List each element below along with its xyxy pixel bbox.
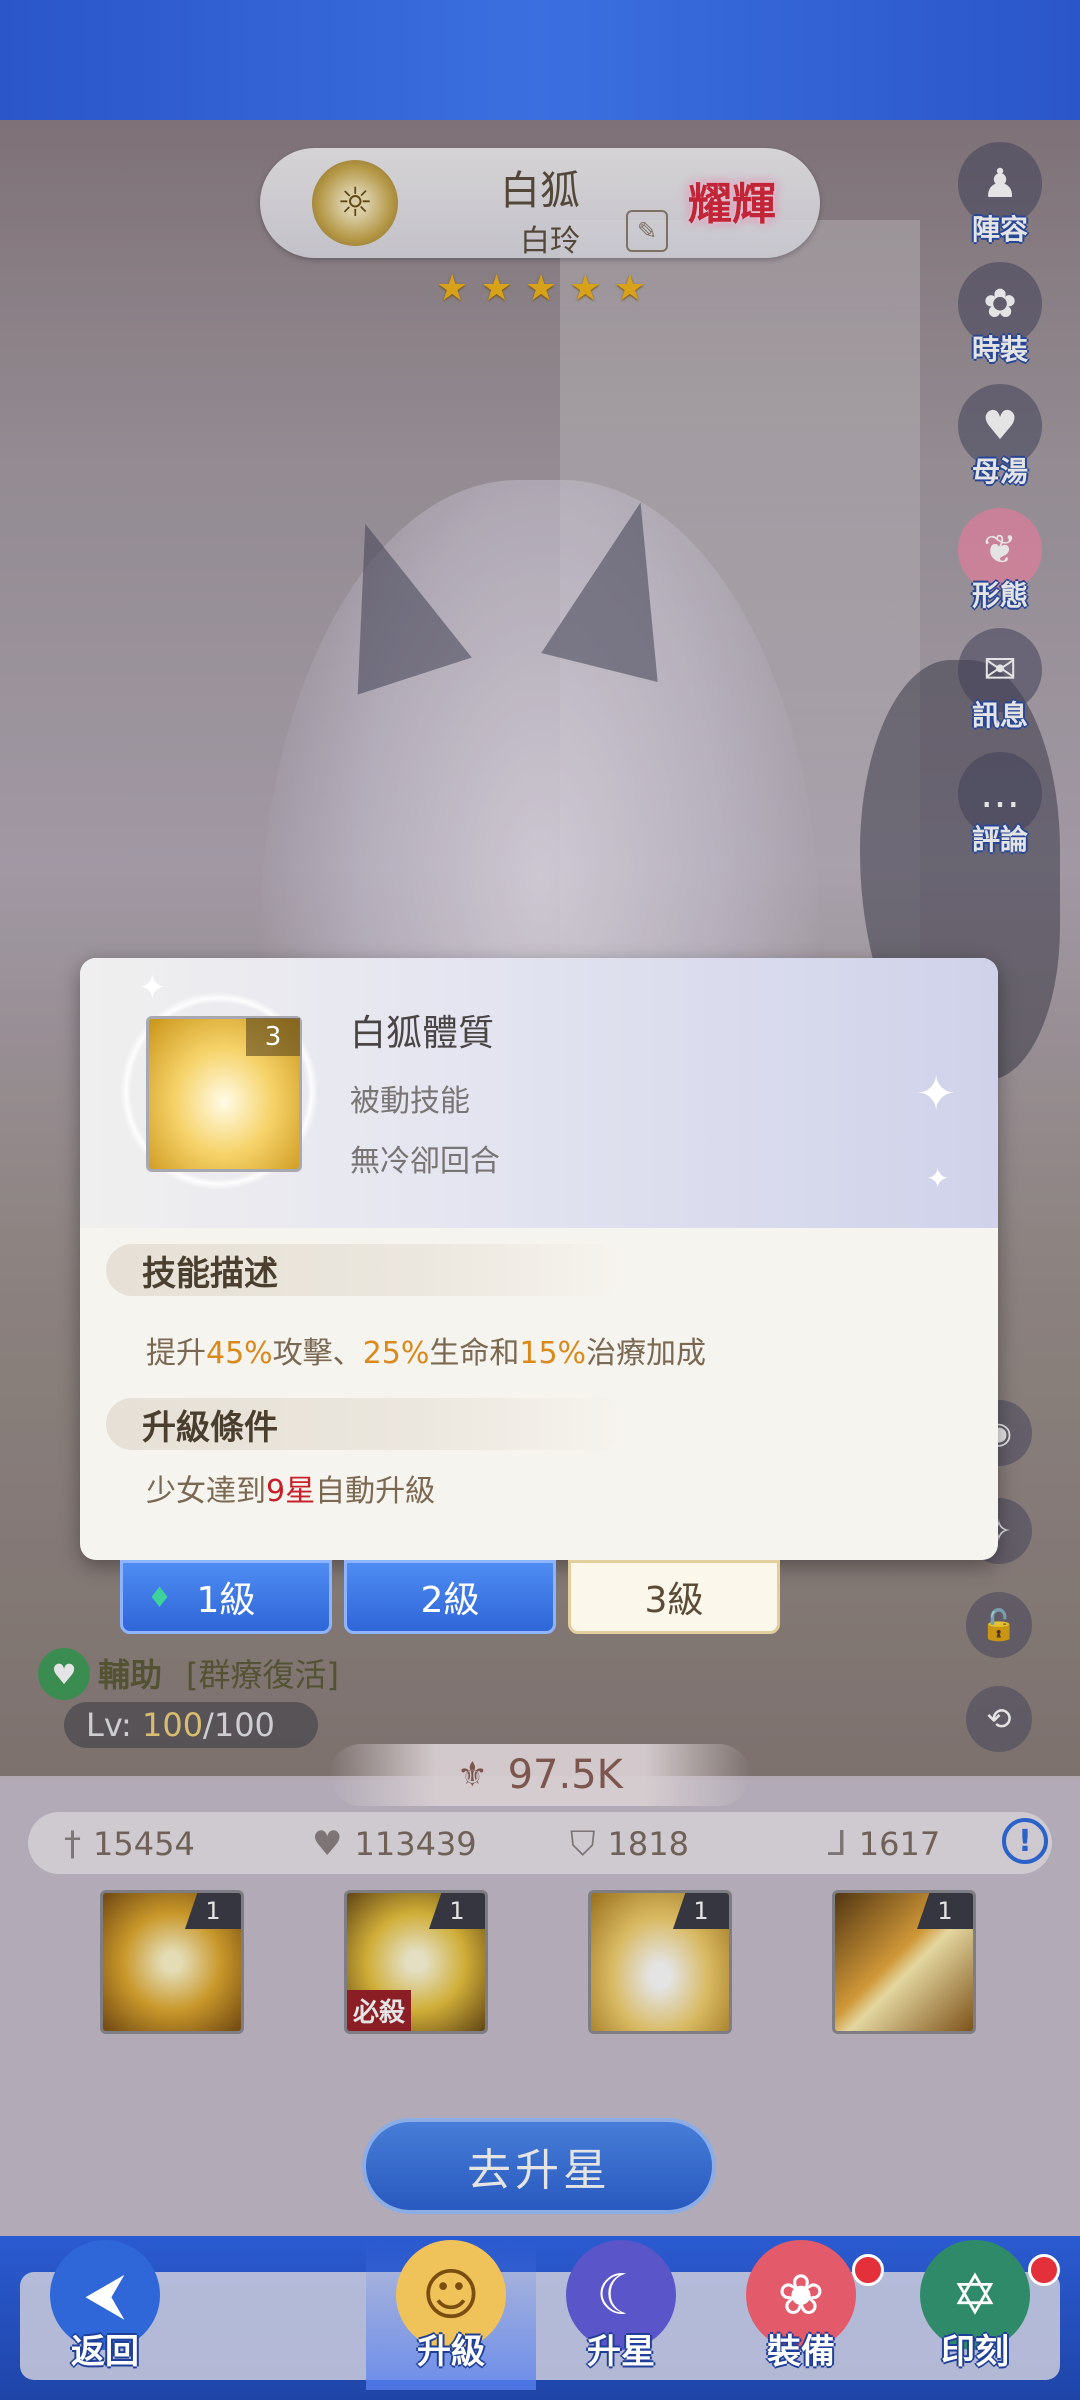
cond-text: 自動升級 <box>315 1474 436 1509</box>
cond-value: 9星 <box>266 1474 316 1509</box>
desc-value: 25% <box>362 1336 430 1371</box>
tab-label: 1級 <box>196 1580 256 1621</box>
tab-label: 3級 <box>644 1580 704 1621</box>
skill-description: 提升45%攻擊、25%生命和15%治療加成 <box>146 1328 706 1372</box>
upgrade-condition-title: 升級條件 <box>142 1408 278 1448</box>
sparkle-icon: ✦ <box>926 1162 950 1195</box>
upgrade-condition: 少女達到9星自動升級 <box>146 1466 435 1510</box>
skill-cooldown: 無冷卻回合 <box>350 1144 500 1179</box>
desc-value: 15% <box>519 1336 587 1371</box>
desc-text: 生命和 <box>429 1336 520 1371</box>
sparkle-icon: ✦ <box>138 968 167 1008</box>
top-banner <box>0 0 1080 120</box>
nav-back[interactable]: ⮜ 返回 <box>20 2240 190 2390</box>
nav-label: 升級 <box>417 2332 485 2372</box>
nav-label: 升星 <box>587 2332 655 2372</box>
sparkle-icon: ✦ <box>916 1066 957 1122</box>
gem-icon: ♦ <box>147 1580 173 1614</box>
nav-label: 裝備 <box>767 2332 835 2372</box>
desc-text: 提升 <box>146 1336 206 1371</box>
notification-dot <box>1028 2254 1060 2286</box>
skill-name: 白狐體質 <box>350 1013 495 1054</box>
tab-level-2[interactable]: 2級 <box>344 1560 556 1634</box>
skill-detail-modal: 3 白狐體質 被動技能 無冷卻回合 ✦ ✦ ✦ 技能描述 提升45%攻擊、25%… <box>80 958 998 1560</box>
desc-text: 攻擊、 <box>272 1336 363 1371</box>
desc-text: 治療加成 <box>586 1336 707 1371</box>
desc-value: 45% <box>206 1336 273 1371</box>
tab-level-3[interactable]: 3級 <box>568 1560 780 1634</box>
skill-description-title: 技能描述 <box>142 1254 278 1294</box>
nav-label: 印刻 <box>941 2332 1009 2372</box>
skill-icon-level: 3 <box>246 1018 300 1056</box>
notification-dot <box>852 2254 884 2286</box>
nav-level-up[interactable]: ☺ 升級 <box>366 2240 536 2390</box>
nav-label: 返回 <box>71 2332 139 2372</box>
skill-type: 被動技能 <box>350 1084 470 1119</box>
cond-text: 少女達到 <box>146 1474 266 1509</box>
tab-level-1[interactable]: ♦ 1級 <box>120 1560 332 1634</box>
tab-label: 2級 <box>420 1580 480 1621</box>
nav-star-up[interactable]: ☾ 升星 <box>536 2240 706 2390</box>
